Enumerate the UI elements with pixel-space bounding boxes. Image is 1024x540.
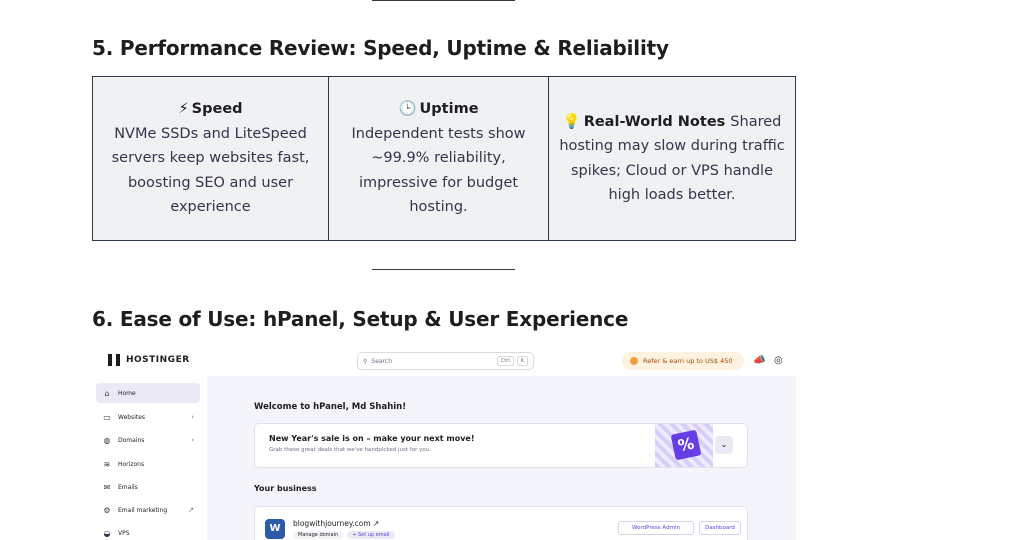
hostinger-logo-icon <box>108 354 120 366</box>
sidebar-item-label: Horizons <box>118 460 145 468</box>
promo-title: New Year's sale is on – make your next m… <box>269 434 475 443</box>
welcome-title: Welcome to hPanel, Md Shahin! <box>254 402 407 412</box>
clock-icon: 🕒 <box>398 101 417 118</box>
hpanel-topbar: HOSTINGER ⚲ Search Ctrl K Refer & earn u… <box>92 346 796 376</box>
manage-domain-tag[interactable]: Manage domain <box>293 531 344 539</box>
server-icon: ◒ <box>103 528 111 538</box>
wordpress-admin-button[interactable]: WordPress Admin <box>618 521 694 535</box>
chevron-down-icon[interactable]: ⌄ <box>715 436 733 454</box>
speed-cell: ⚡ Speed NVMe SSDs and LiteSpeed servers k… <box>93 77 329 240</box>
search-icon: ⚲ <box>363 357 368 365</box>
promo-banner[interactable]: New Year's sale is on – make your next m… <box>254 423 748 468</box>
performance-table: ⚡ Speed NVMe SSDs and LiteSpeed servers k… <box>92 76 796 241</box>
sidebar-item-websites[interactable]: ▭ Websites › <box>96 407 200 427</box>
horizons-icon: ≋ <box>103 459 111 469</box>
site-name[interactable]: blogwithjourney.com ↗ <box>293 519 379 528</box>
sidebar-item-label: Home <box>118 389 136 397</box>
percent-badge-icon: % <box>670 429 702 461</box>
uptime-cell: 🕒 Uptime Independent tests show ~99.9% re… <box>329 77 549 240</box>
external-link-icon[interactable]: ↗ <box>373 519 379 528</box>
real-world-notes-cell: 💡 Real-World Notes Shared hosting may slow… <box>549 77 795 240</box>
external-link-icon: ↗ <box>188 506 194 514</box>
promo-subtitle: Grab these great deals that we've handpi… <box>269 447 431 453</box>
sidebar-item-label: Email marketing <box>118 506 168 514</box>
shortcut-key-k: K <box>516 356 528 366</box>
gear-icon: ⚙ <box>103 505 111 515</box>
refer-icon <box>630 357 638 365</box>
window-icon: ▭ <box>103 412 111 422</box>
speed-body: NVMe SSDs and LiteSpeed servers keep web… <box>111 125 310 216</box>
section-5-heading: 5. Performance Review: Speed, Uptime & R… <box>92 36 669 60</box>
home-icon: ⌂ <box>104 388 110 398</box>
search-placeholder: Search <box>371 357 393 365</box>
site-tags: Manage domain + Set up email <box>293 531 395 539</box>
uptime-body: Independent tests show ~99.9% reliabilit… <box>351 125 526 216</box>
chevron-right-icon: › <box>191 413 194 421</box>
sidebar-item-vps[interactable]: ◒ VPS <box>96 523 200 540</box>
sidebar-item-domains[interactable]: ◍ Domains › <box>96 430 200 450</box>
refer-label: Refer & earn up to US$ 450 <box>643 357 733 365</box>
sidebar-item-label: Emails <box>118 483 138 491</box>
lightning-icon: ⚡ <box>178 101 189 118</box>
sidebar-item-home[interactable]: ⌂ Home <box>96 383 200 403</box>
uptime-title: 🕒 Uptime <box>398 101 479 118</box>
dashboard-button[interactable]: Dashboard <box>699 521 741 535</box>
speed-title: ⚡ Speed <box>178 101 243 118</box>
real-world-notes-title: Real-World Notes <box>583 113 726 130</box>
hpanel-screenshot: HOSTINGER ⚲ Search Ctrl K Refer & earn u… <box>92 346 796 540</box>
hpanel-sidebar: ⌂ Home ▭ Websites › ◍ Domains › ≋ Horizo… <box>92 376 207 540</box>
search-shortcut: Ctrl K <box>496 356 528 366</box>
setup-email-tag[interactable]: + Set up email <box>347 531 395 539</box>
website-card: W blogwithjourney.com ↗ Manage domain + … <box>254 506 748 540</box>
sidebar-item-email-marketing[interactable]: ⚙ Email marketing ↗ <box>96 500 200 520</box>
sidebar-item-label: Domains <box>118 436 145 444</box>
globe-icon: ◍ <box>103 435 111 445</box>
section-divider-top <box>372 0 515 1</box>
section-6-heading: 6. Ease of Use: hPanel, Setup & User Exp… <box>92 307 629 331</box>
hostinger-logo-text: HOSTINGER <box>126 355 190 365</box>
hpanel-main: Welcome to hPanel, Md Shahin! New Year's… <box>207 376 796 540</box>
promo-illustration: % <box>655 424 713 467</box>
envelope-icon: ✉ <box>103 482 111 492</box>
sidebar-item-label: Websites <box>118 413 146 421</box>
hostinger-logo[interactable]: HOSTINGER <box>108 354 190 366</box>
shortcut-key-ctrl: Ctrl <box>496 356 514 366</box>
refer-earn-button[interactable]: Refer & earn up to US$ 450 <box>622 352 744 370</box>
section-divider-middle <box>372 269 515 270</box>
your-business-title: Your business <box>254 484 317 493</box>
chevron-right-icon: › <box>191 436 194 444</box>
real-world-notes-text: 💡 Real-World Notes Shared hosting may slow… <box>555 110 789 208</box>
megaphone-icon[interactable]: 📣 <box>753 355 765 367</box>
sidebar-item-emails[interactable]: ✉ Emails <box>96 477 200 497</box>
lightbulb-icon: 💡 <box>562 113 581 130</box>
sidebar-item-horizons[interactable]: ≋ Horizons <box>96 454 200 474</box>
search-input[interactable]: ⚲ Search Ctrl K <box>357 352 534 370</box>
account-icon[interactable]: ◎ <box>774 355 783 367</box>
sidebar-item-label: VPS <box>118 529 130 537</box>
wordpress-icon: W <box>265 519 285 539</box>
